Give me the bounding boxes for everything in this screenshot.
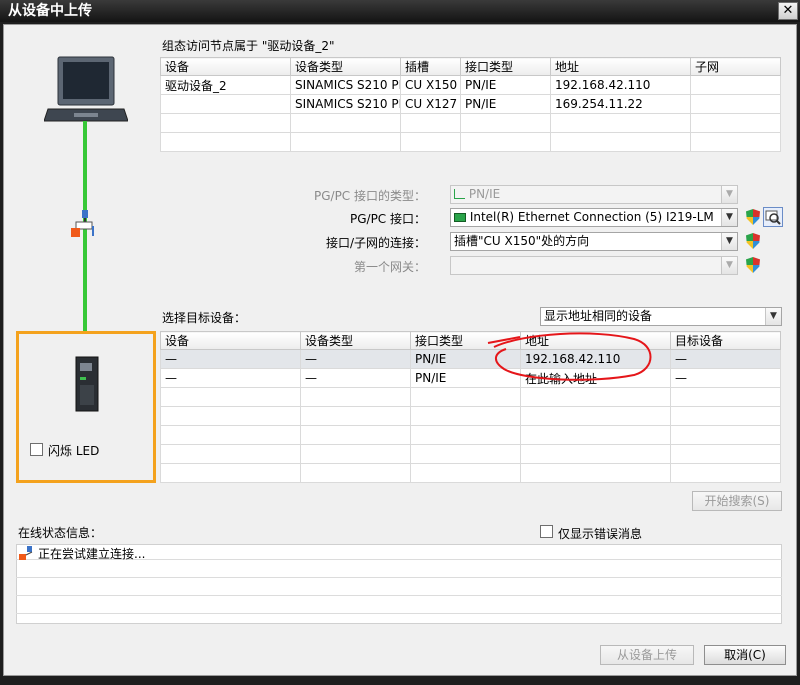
dialog-body: 闪烁 LED 组态访问节点属于 "驱动设备_2" 设备 设备类型 插槽 接口类型… [3, 24, 797, 676]
column-header: 插槽 [400, 57, 461, 76]
gateway-select[interactable]: ▼ [450, 256, 738, 275]
flash-led-checkbox[interactable] [30, 443, 43, 456]
shield-icon[interactable] [746, 233, 760, 249]
pgpc-interface-label: PG/PC 接口： [349, 212, 426, 226]
only-errors-label: 仅显示错误消息 [558, 527, 643, 541]
table-row[interactable]: 驱动设备_2 SINAMICS S210 PN CU X150 PN/IE 19… [160, 75, 781, 95]
list-item: 正在尝试建立连接... [16, 544, 782, 561]
only-errors-checkbox[interactable] [540, 525, 553, 538]
subnet-connection-label: 接口/子网的连接： [325, 236, 426, 250]
list-item [16, 580, 782, 596]
online-status-label: 在线状态信息： [18, 526, 103, 540]
table-row [160, 425, 781, 445]
shield-icon[interactable] [746, 209, 760, 225]
shield-icon[interactable] [746, 257, 760, 273]
drive-device-icon [75, 356, 99, 412]
list-item [16, 598, 782, 614]
chevron-down-icon: ▼ [721, 186, 737, 203]
table-cell: SINAMICS S210 PN [290, 94, 401, 114]
upload-from-device-button[interactable]: 从设备上传 [600, 645, 694, 665]
magnifier-icon [765, 210, 781, 225]
top-table-caption: 组态访问节点属于 "驱动设备_2" [162, 39, 335, 53]
table-cell: CU X150 [400, 75, 461, 95]
flash-led-label: 闪烁 LED [48, 444, 100, 458]
target-filter-select[interactable]: 显示地址相同的设备 ▼ [540, 307, 782, 326]
table-cell: SINAMICS S210 PN [290, 75, 401, 95]
column-header: 接口类型 [460, 57, 551, 76]
table-row[interactable]: SINAMICS S210 PN CU X127 PN/IE 169.254.1… [160, 94, 781, 114]
table-row [160, 406, 781, 426]
cancel-button[interactable]: 取消(C) [704, 645, 786, 665]
window-title: 从设备中上传 [8, 3, 92, 19]
connection-status-icon [19, 546, 33, 560]
chevron-down-icon: ▼ [721, 233, 737, 250]
table-cell: — [300, 368, 411, 388]
pgpc-interface-select[interactable]: Intel(R) Ethernet Connection (5) I219-LM… [450, 208, 738, 227]
table-cell: — [160, 349, 301, 369]
status-message: 正在尝试建立连接... [38, 547, 146, 561]
table-header: 设备 设备类型 插槽 接口类型 地址 子网 [160, 57, 781, 76]
target-device-table: 设备 设备类型 接口类型 地址 目标设备 — — PN/IE 192.168.4… [160, 331, 781, 483]
column-header: 子网 [690, 57, 781, 76]
upload-dialog: 从设备中上传 ✕ 闪烁 LED 组态访问节点属于 "驱动设备_2" 设备 设备类… [0, 0, 800, 685]
network-interface-icon [71, 210, 94, 237]
column-header: 设备 [160, 331, 301, 350]
table-cell: 驱动设备_2 [160, 75, 291, 95]
table-row [160, 113, 781, 133]
table-row [160, 463, 781, 483]
pnie-icon [454, 189, 465, 199]
red-annotation-mark [487, 332, 652, 381]
column-header: 地址 [550, 57, 691, 76]
diagnostics-button[interactable] [763, 207, 783, 227]
select-target-label: 选择目标设备： [162, 311, 247, 325]
table-cell: PN/IE [460, 94, 551, 114]
laptop-icon [44, 56, 128, 122]
table-cell [690, 94, 781, 114]
pgpc-type-label: PG/PC 接口的类型： [313, 189, 426, 203]
start-search-button[interactable]: 开始搜索(S) [692, 491, 782, 511]
table-row[interactable]: — — PN/IE 在此输入地址 — [160, 368, 781, 388]
chevron-down-icon: ▼ [721, 209, 737, 226]
column-header: 设备 [160, 57, 291, 76]
table-cell: PN/IE [460, 75, 551, 95]
list-item [16, 562, 782, 578]
table-cell: — [300, 349, 411, 369]
gateway-label: 第一个网关： [353, 260, 426, 274]
column-header: 设备类型 [300, 331, 411, 350]
ethernet-card-icon [454, 213, 466, 222]
chevron-down-icon: ▼ [765, 308, 781, 325]
chevron-down-icon: ▼ [721, 257, 737, 274]
table-cell: CU X127 [400, 94, 461, 114]
column-header: 目标设备 [670, 331, 781, 350]
close-button[interactable]: ✕ [778, 2, 798, 20]
title-bar: 从设备中上传 ✕ [0, 0, 800, 22]
pgpc-type-select[interactable]: PN/IE ▼ [450, 185, 738, 204]
table-cell: — [670, 368, 781, 388]
table-cell: 169.254.11.22 [550, 94, 691, 114]
table-cell: — [160, 368, 301, 388]
column-header: 设备类型 [290, 57, 401, 76]
table-row [160, 444, 781, 464]
subnet-connection-select[interactable]: 插槽"CU X150"处的方向 ▼ [450, 232, 738, 251]
table-cell [690, 75, 781, 95]
table-cell: 192.168.42.110 [550, 75, 691, 95]
access-node-table: 设备 设备类型 插槽 接口类型 地址 子网 驱动设备_2 SINAMICS S2… [160, 57, 781, 152]
table-cell: — [670, 349, 781, 369]
table-header: 设备 设备类型 接口类型 地址 目标设备 [160, 331, 781, 350]
table-row [160, 132, 781, 152]
table-cell [160, 94, 291, 114]
table-row [160, 387, 781, 407]
table-row[interactable]: — — PN/IE 192.168.42.110 — [160, 349, 781, 369]
